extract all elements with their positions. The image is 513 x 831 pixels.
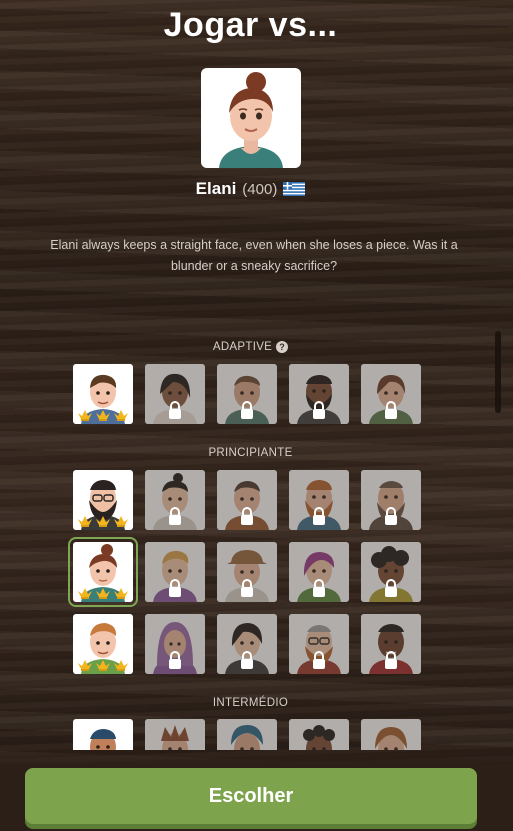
intermediate-label: INTERMÉDIO	[212, 697, 289, 709]
lock-icon	[241, 401, 253, 419]
adaptive-label: ADAPTIVE	[212, 341, 273, 353]
lock-icon	[385, 651, 397, 669]
crown-icon	[96, 660, 110, 671]
beginner-label: PRINCIPIANTE	[208, 447, 293, 459]
choose-button[interactable]: Escolher	[25, 768, 477, 824]
crown-icon	[96, 516, 110, 527]
bot-tile[interactable]	[73, 614, 133, 674]
crown-icon	[114, 588, 128, 599]
crown-icon	[96, 588, 110, 599]
lock-icon	[313, 507, 325, 525]
crowns	[77, 408, 129, 422]
lock-icon	[313, 651, 325, 669]
lock-icon	[313, 579, 325, 597]
lock-icon	[385, 401, 397, 419]
bot-tile[interactable]	[145, 470, 205, 530]
bot-tile[interactable]	[361, 470, 421, 530]
crown-icon	[78, 660, 92, 671]
bot-tile[interactable]	[217, 364, 277, 424]
bot-tile[interactable]	[217, 470, 277, 530]
crown-icon	[78, 516, 92, 527]
bot-tile[interactable]	[73, 470, 133, 530]
lock-icon	[169, 651, 181, 669]
bot-tile[interactable]	[361, 364, 421, 424]
bot-tile[interactable]	[289, 364, 349, 424]
lock-icon	[169, 579, 181, 597]
crowns	[77, 586, 129, 600]
bot-tile[interactable]	[289, 470, 349, 530]
crowns	[77, 514, 129, 528]
bot-tile[interactable]	[145, 364, 205, 424]
section-label-adaptive: ADAPTIVE ?	[0, 341, 501, 353]
crown-icon	[114, 660, 128, 671]
lock-icon	[241, 579, 253, 597]
bot-tile[interactable]	[361, 614, 421, 674]
bot-tile[interactable]	[73, 364, 133, 424]
bot-tile-selected[interactable]	[68, 537, 138, 607]
bot-tile[interactable]	[289, 719, 349, 750]
bot-grid: ADAPTIVE ? PRINCIPIANTE INTERMÉDIO	[0, 0, 513, 750]
lock-icon	[385, 579, 397, 597]
bot-tile[interactable]	[73, 719, 133, 750]
crown-icon	[96, 410, 110, 421]
bot-tile[interactable]	[217, 542, 277, 602]
crown-icon	[114, 516, 128, 527]
bot-tile[interactable]	[289, 614, 349, 674]
lock-icon	[169, 507, 181, 525]
crown-icon	[114, 410, 128, 421]
crown-icon	[78, 410, 92, 421]
lock-icon	[313, 401, 325, 419]
bot-tile[interactable]	[289, 542, 349, 602]
bot-tile[interactable]	[361, 542, 421, 602]
bot-tile[interactable]	[217, 614, 277, 674]
bot-tile[interactable]	[217, 719, 277, 750]
section-label-intermediate: INTERMÉDIO	[0, 697, 501, 709]
lock-icon	[241, 651, 253, 669]
lock-icon	[241, 507, 253, 525]
section-label-beginner: PRINCIPIANTE	[0, 447, 501, 459]
bot-tile[interactable]	[361, 719, 421, 750]
bot-tile[interactable]	[145, 542, 205, 602]
bot-tile[interactable]	[145, 719, 205, 750]
crowns	[77, 658, 129, 672]
bot-tile[interactable]	[145, 614, 205, 674]
crown-icon	[78, 588, 92, 599]
help-icon[interactable]: ?	[276, 341, 289, 353]
lock-icon	[169, 401, 181, 419]
lock-icon	[385, 507, 397, 525]
